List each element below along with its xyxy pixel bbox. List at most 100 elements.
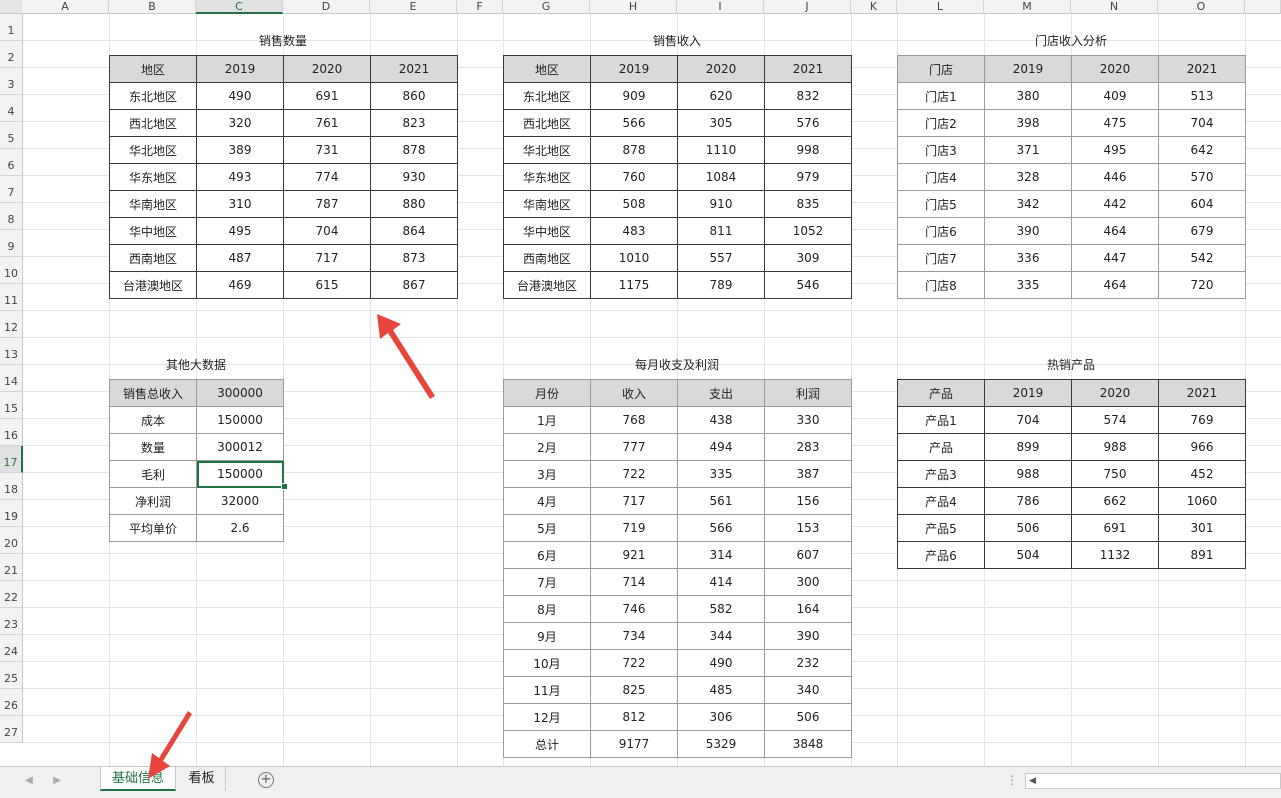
table-cell[interactable]: 414 bbox=[677, 568, 765, 596]
table-cell[interactable]: 494 bbox=[677, 433, 765, 461]
table-cell[interactable]: 452 bbox=[1158, 460, 1246, 488]
table-cell[interactable]: 华北地区 bbox=[109, 136, 197, 164]
row-header-17[interactable]: 17 bbox=[0, 446, 23, 473]
table-cell[interactable]: 823 bbox=[370, 109, 458, 137]
table-header-cell[interactable]: 产品 bbox=[897, 379, 985, 407]
table-cell[interactable]: 330 bbox=[764, 406, 852, 434]
table-cell[interactable]: 9177 bbox=[590, 730, 678, 758]
table-cell[interactable]: 483 bbox=[590, 217, 678, 245]
table-cell[interactable]: 4月 bbox=[503, 487, 591, 515]
table-cell[interactable]: 2月 bbox=[503, 433, 591, 461]
table-cell[interactable]: 3848 bbox=[764, 730, 852, 758]
table-cell[interactable]: 164 bbox=[764, 595, 852, 623]
table-cell[interactable]: 722 bbox=[590, 460, 678, 488]
table-header-cell[interactable]: 2021 bbox=[1158, 379, 1246, 407]
table-cell[interactable]: 7月 bbox=[503, 568, 591, 596]
column-header-i[interactable]: I bbox=[677, 0, 764, 14]
table-cell[interactable]: 1110 bbox=[677, 136, 765, 164]
column-header-a[interactable]: A bbox=[22, 0, 109, 14]
table-cell[interactable]: 731 bbox=[283, 136, 371, 164]
table-cell[interactable]: 336 bbox=[984, 244, 1072, 272]
table-cell[interactable]: 910 bbox=[677, 190, 765, 218]
table-cell[interactable]: 786 bbox=[984, 487, 1072, 515]
column-header-m[interactable]: M bbox=[984, 0, 1071, 14]
table-cell[interactable]: 1052 bbox=[764, 217, 852, 245]
table-cell[interactable]: 878 bbox=[370, 136, 458, 164]
row-header-7[interactable]: 7 bbox=[0, 176, 23, 203]
table-cell[interactable]: 西北地区 bbox=[109, 109, 197, 137]
table-cell[interactable]: 台港澳地区 bbox=[503, 271, 591, 299]
table-cell[interactable]: 832 bbox=[764, 82, 852, 110]
table-cell[interactable]: 878 bbox=[590, 136, 678, 164]
table-cell[interactable]: 447 bbox=[1071, 244, 1159, 272]
table-header-cell[interactable]: 2019 bbox=[984, 55, 1072, 83]
table-cell[interactable]: 485 bbox=[677, 676, 765, 704]
selected-cell[interactable]: 150000 bbox=[196, 460, 284, 488]
table-cell[interactable]: 东北地区 bbox=[503, 82, 591, 110]
table-cell[interactable]: 371 bbox=[984, 136, 1072, 164]
row-header-15[interactable]: 15 bbox=[0, 392, 23, 419]
horizontal-scrollbar[interactable]: ◀ bbox=[1025, 773, 1281, 789]
table-cell[interactable]: 574 bbox=[1071, 406, 1159, 434]
table-cell[interactable]: 921 bbox=[590, 541, 678, 569]
table-cell[interactable]: 714 bbox=[590, 568, 678, 596]
row-header-19[interactable]: 19 bbox=[0, 500, 23, 527]
table-cell[interactable]: 6月 bbox=[503, 541, 591, 569]
fill-handle[interactable] bbox=[281, 483, 288, 490]
table-cell[interactable]: 691 bbox=[283, 82, 371, 110]
table-cell[interactable]: 576 bbox=[764, 109, 852, 137]
table-cell[interactable]: 930 bbox=[370, 163, 458, 191]
table-cell[interactable]: 506 bbox=[764, 703, 852, 731]
table-cell[interactable]: 总计 bbox=[503, 730, 591, 758]
table-cell[interactable]: 232 bbox=[764, 649, 852, 677]
table-cell[interactable]: 314 bbox=[677, 541, 765, 569]
table-header-cell[interactable]: 门店 bbox=[897, 55, 985, 83]
table-cell[interactable]: 西南地区 bbox=[109, 244, 197, 272]
table-header-cell[interactable]: 地区 bbox=[109, 55, 197, 83]
row-header-14[interactable]: 14 bbox=[0, 365, 23, 392]
table-cell[interactable]: 998 bbox=[764, 136, 852, 164]
table-cell[interactable]: 320 bbox=[196, 109, 284, 137]
table-cell[interactable]: 净利润 bbox=[109, 487, 197, 515]
table-cell[interactable]: 3月 bbox=[503, 460, 591, 488]
table-cell[interactable]: 11月 bbox=[503, 676, 591, 704]
table-header-cell[interactable]: 2019 bbox=[196, 55, 284, 83]
table-cell[interactable]: 490 bbox=[677, 649, 765, 677]
row-header-1[interactable]: 1 bbox=[0, 14, 23, 41]
table-cell[interactable]: 662 bbox=[1071, 487, 1159, 515]
table-cell[interactable]: 门店5 bbox=[897, 190, 985, 218]
table-cell[interactable]: 1060 bbox=[1158, 487, 1246, 515]
splitter-icon[interactable]: ⋮ bbox=[1006, 773, 1018, 787]
table-cell[interactable]: 华中地区 bbox=[503, 217, 591, 245]
table-cell[interactable]: 787 bbox=[283, 190, 371, 218]
table-cell[interactable]: 门店7 bbox=[897, 244, 985, 272]
table-cell[interactable]: 华东地区 bbox=[109, 163, 197, 191]
table-cell[interactable]: 867 bbox=[370, 271, 458, 299]
table-cell[interactable]: 504 bbox=[984, 541, 1072, 569]
column-header-k[interactable]: K bbox=[851, 0, 897, 14]
table-cell[interactable]: 642 bbox=[1158, 136, 1246, 164]
table-header-cell[interactable]: 2019 bbox=[984, 379, 1072, 407]
table-cell[interactable]: 487 bbox=[196, 244, 284, 272]
table-cell[interactable]: 门店1 bbox=[897, 82, 985, 110]
table-cell[interactable]: 1084 bbox=[677, 163, 765, 191]
table-cell[interactable]: 679 bbox=[1158, 217, 1246, 245]
table-header-cell[interactable]: 收入 bbox=[590, 379, 678, 407]
row-header-25[interactable]: 25 bbox=[0, 662, 23, 689]
row-header-5[interactable]: 5 bbox=[0, 122, 23, 149]
table-header-cell[interactable]: 支出 bbox=[677, 379, 765, 407]
table-cell[interactable]: 464 bbox=[1071, 217, 1159, 245]
table-cell[interactable]: 880 bbox=[370, 190, 458, 218]
table-cell[interactable]: 平均单价 bbox=[109, 514, 197, 542]
table-cell[interactable]: 华东地区 bbox=[503, 163, 591, 191]
table-cell[interactable]: 东北地区 bbox=[109, 82, 197, 110]
table-cell[interactable]: 335 bbox=[984, 271, 1072, 299]
table-cell[interactable]: 305 bbox=[677, 109, 765, 137]
table-cell[interactable]: 979 bbox=[764, 163, 852, 191]
table-cell[interactable]: 464 bbox=[1071, 271, 1159, 299]
table-cell[interactable]: 153 bbox=[764, 514, 852, 542]
table-cell[interactable]: 566 bbox=[590, 109, 678, 137]
column-header-n[interactable]: N bbox=[1071, 0, 1158, 14]
next-sheet-icon[interactable]: ▶ bbox=[50, 773, 64, 789]
table-cell[interactable]: 546 bbox=[764, 271, 852, 299]
